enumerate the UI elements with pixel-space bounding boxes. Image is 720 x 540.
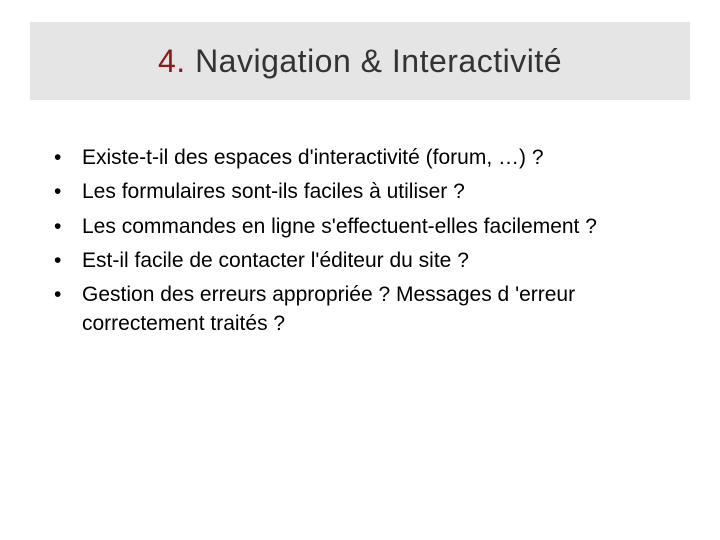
bullet-text: Les commandes en ligne s'effectuent-elle… xyxy=(82,215,597,238)
title-number: 4. xyxy=(158,43,186,79)
bullet-list: Existe-t-il des espaces d'interactivité … xyxy=(54,144,680,338)
bullet-text: Les formulaires sont-ils faciles à utili… xyxy=(82,180,465,203)
title-band: 4. Navigation & Interactivité xyxy=(30,22,690,100)
list-item: Est-il facile de contacter l'éditeur du … xyxy=(54,247,680,275)
list-item: Les formulaires sont-ils faciles à utili… xyxy=(54,178,680,206)
bullet-text: Gestion des erreurs appropriée ? Message… xyxy=(82,283,575,334)
list-item: Existe-t-il des espaces d'interactivité … xyxy=(54,144,680,172)
list-item: Les commandes en ligne s'effectuent-elle… xyxy=(54,213,680,241)
bullet-text: Existe-t-il des espaces d'interactivité … xyxy=(82,146,544,169)
title-text: Navigation & Interactivité xyxy=(186,43,562,79)
list-item: Gestion des erreurs appropriée ? Message… xyxy=(54,281,680,338)
bullet-text: Est-il facile de contacter l'éditeur du … xyxy=(82,249,469,272)
slide-title: 4. Navigation & Interactivité xyxy=(158,43,562,80)
slide-body: Existe-t-il des espaces d'interactivité … xyxy=(54,144,680,344)
slide: 4. Navigation & Interactivité Existe-t-i… xyxy=(0,0,720,540)
